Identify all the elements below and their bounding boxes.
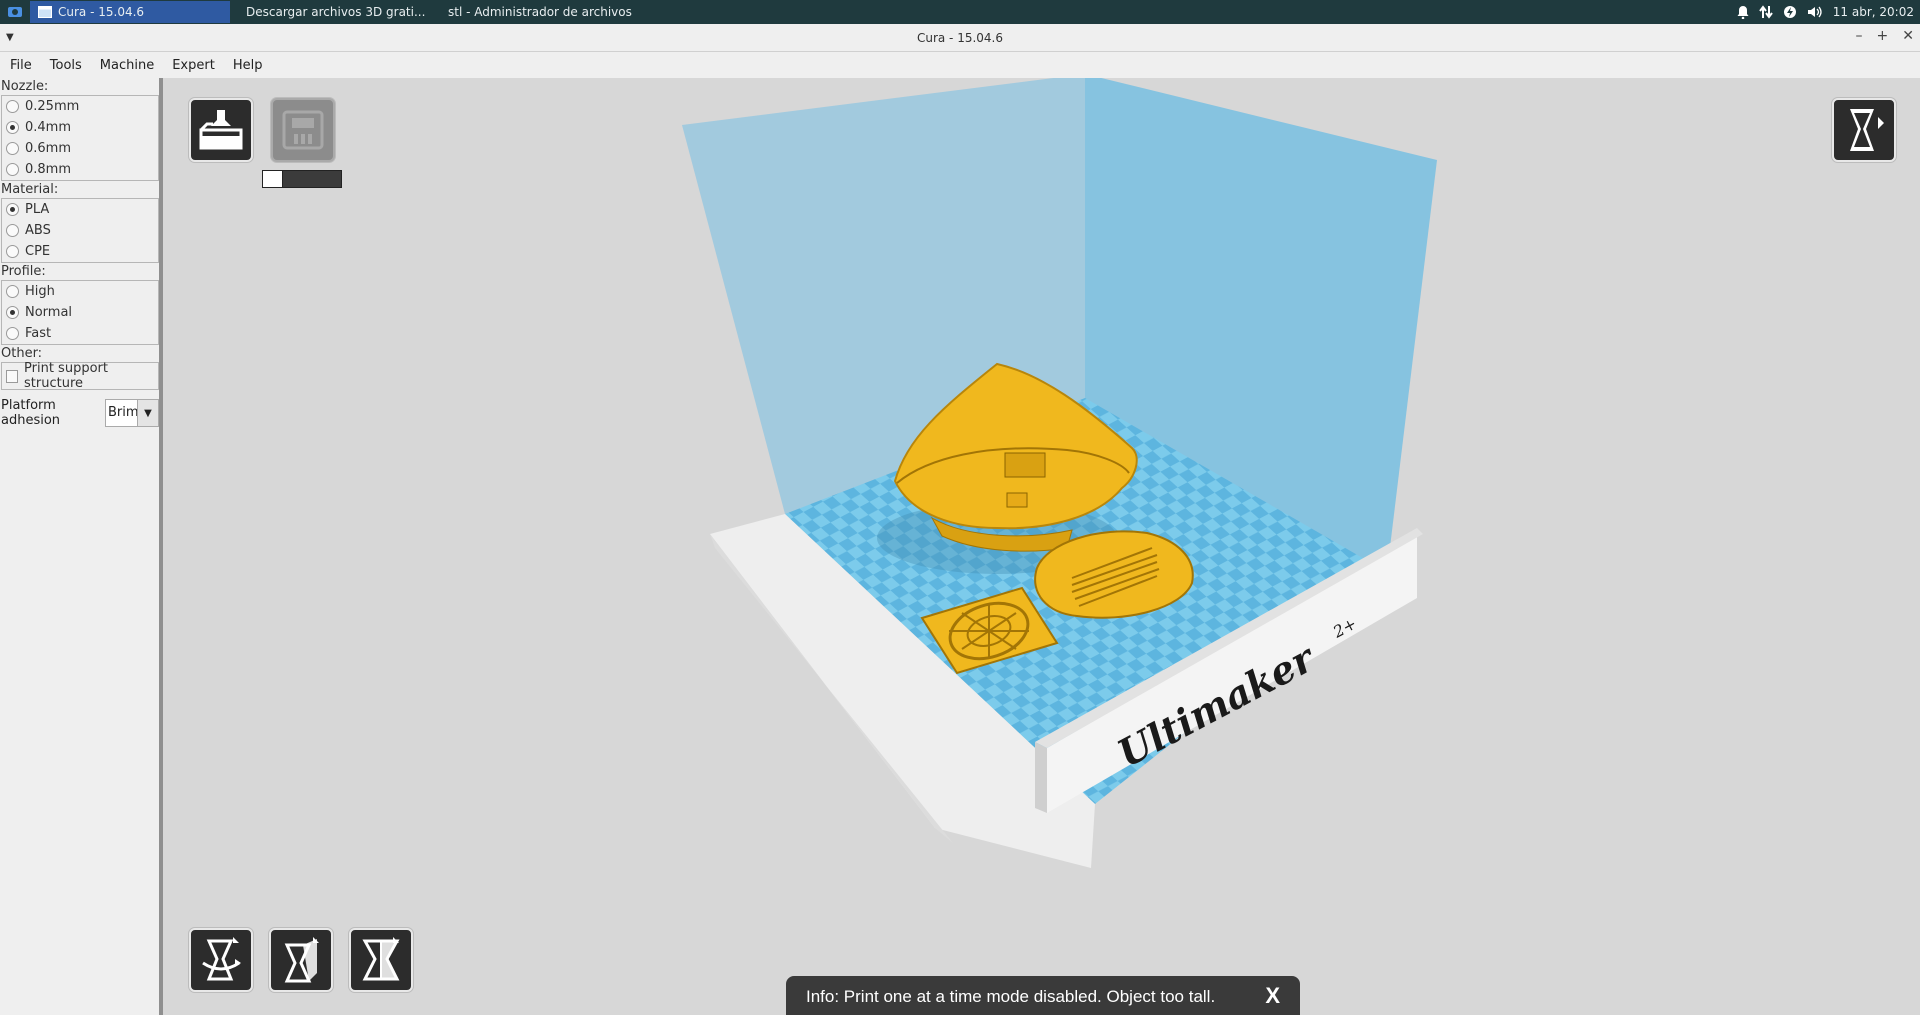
maximize-button[interactable]: + xyxy=(1877,28,1889,44)
model-cup-tab xyxy=(1006,492,1028,508)
radio-button-checked[interactable] xyxy=(6,203,19,216)
radio-button[interactable] xyxy=(6,163,19,176)
nozzle-label: Nozzle: xyxy=(1,79,49,94)
taskbar-task-firefox[interactable]: Descargar archivos 3D grati... xyxy=(232,1,432,23)
window-menu-icon[interactable]: ▼ xyxy=(6,32,14,43)
menu-bar: File Tools Machine Expert Help xyxy=(0,52,1920,78)
nozzle-option-0-8[interactable]: 0.8mm xyxy=(2,159,158,180)
menu-file[interactable]: File xyxy=(10,58,32,73)
printer-scene: Ultimaker 2+ xyxy=(682,78,1437,868)
frame-front-side xyxy=(1035,742,1047,813)
material-group: PLA ABS CPE xyxy=(1,198,159,263)
radio-button[interactable] xyxy=(6,245,19,258)
3d-viewport[interactable]: Ultimaker 2+ xyxy=(167,78,1920,1015)
minimize-button[interactable]: – xyxy=(1856,28,1863,44)
taskbar-task-label: stl - Administrador de archivos xyxy=(448,5,632,19)
window-title: Cura - 15.04.6 xyxy=(916,30,1004,45)
nozzle-group: 0.25mm 0.4mm 0.6mm 0.8mm xyxy=(1,95,159,181)
menu-expert[interactable]: Expert xyxy=(172,58,215,73)
other-group: Print support structure xyxy=(1,361,159,391)
profile-option-fast[interactable]: Fast xyxy=(2,323,158,344)
settings-panel: Nozzle: 0.25mm 0.4mm 0.6mm 0.8mm Materia… xyxy=(0,78,163,1015)
nozzle-option-0-6[interactable]: 0.6mm xyxy=(2,138,158,159)
radio-button[interactable] xyxy=(6,142,19,155)
platform-adhesion-value: Brim xyxy=(108,405,137,420)
platform-adhesion-label: Platform adhesion xyxy=(1,398,61,428)
radio-button[interactable] xyxy=(6,327,19,340)
info-toast: Info: Print one at a time mode disabled.… xyxy=(786,976,1300,1015)
taskbar-task-cura[interactable]: Cura - 15.04.6 xyxy=(30,1,230,23)
network-transfer-icon[interactable] xyxy=(1758,5,1773,19)
material-option-cpe[interactable]: CPE xyxy=(2,241,158,262)
material-label: Material: xyxy=(1,182,59,197)
menu-help[interactable]: Help xyxy=(233,58,263,73)
toast-message: Info: Print one at a time mode disabled.… xyxy=(806,987,1216,1006)
notification-bell-icon[interactable] xyxy=(1737,5,1749,19)
taskbar: Cura - 15.04.6 Descargar archivos 3D gra… xyxy=(0,0,1920,24)
window-icon xyxy=(38,6,52,18)
menu-machine[interactable]: Machine xyxy=(100,58,154,73)
toast-close-button[interactable]: X xyxy=(1265,983,1280,1009)
chevron-down-icon[interactable]: ▼ xyxy=(136,400,158,426)
taskbar-task-label: Descargar archivos 3D grati... xyxy=(246,5,426,19)
profile-group: High Normal Fast xyxy=(1,280,159,345)
power-icon[interactable] xyxy=(1783,5,1797,19)
radio-button-checked[interactable] xyxy=(6,306,19,319)
radio-button-checked[interactable] xyxy=(6,121,19,134)
profile-label: Profile: xyxy=(1,264,46,279)
app-menu-button[interactable] xyxy=(0,0,30,24)
material-option-pla[interactable]: PLA xyxy=(2,199,158,220)
radio-button[interactable] xyxy=(6,224,19,237)
nozzle-option-0-25[interactable]: 0.25mm xyxy=(2,96,158,117)
taskbar-task-file-manager[interactable]: stl - Administrador de archivos xyxy=(434,1,634,23)
taskbar-task-label: Cura - 15.04.6 xyxy=(58,5,145,19)
app-menu-icon xyxy=(8,7,22,17)
support-checkbox[interactable] xyxy=(6,369,19,383)
other-label: Other: xyxy=(1,346,43,361)
support-structure-option[interactable]: Print support structure xyxy=(2,361,158,391)
radio-button[interactable] xyxy=(6,100,19,113)
platform-adhesion-row: Platform adhesion Brim ▼ xyxy=(0,398,159,428)
nozzle-option-0-4[interactable]: 0.4mm xyxy=(2,117,158,138)
volume-icon[interactable] xyxy=(1807,5,1823,19)
window-title-bar: ▼ Cura - 15.04.6 – + ✕ xyxy=(0,24,1920,52)
platform-adhesion-select[interactable]: Brim ▼ xyxy=(105,399,159,427)
radio-button[interactable] xyxy=(6,285,19,298)
profile-option-normal[interactable]: Normal xyxy=(2,302,158,323)
menu-tools[interactable]: Tools xyxy=(50,58,82,73)
clock[interactable]: 11 abr, 20:02 xyxy=(1833,5,1914,19)
model-cup-inner xyxy=(1004,452,1046,478)
profile-option-high[interactable]: High xyxy=(2,281,158,302)
close-button[interactable]: ✕ xyxy=(1902,28,1914,44)
system-tray: 11 abr, 20:02 xyxy=(1737,0,1920,24)
material-option-abs[interactable]: ABS xyxy=(2,220,158,241)
